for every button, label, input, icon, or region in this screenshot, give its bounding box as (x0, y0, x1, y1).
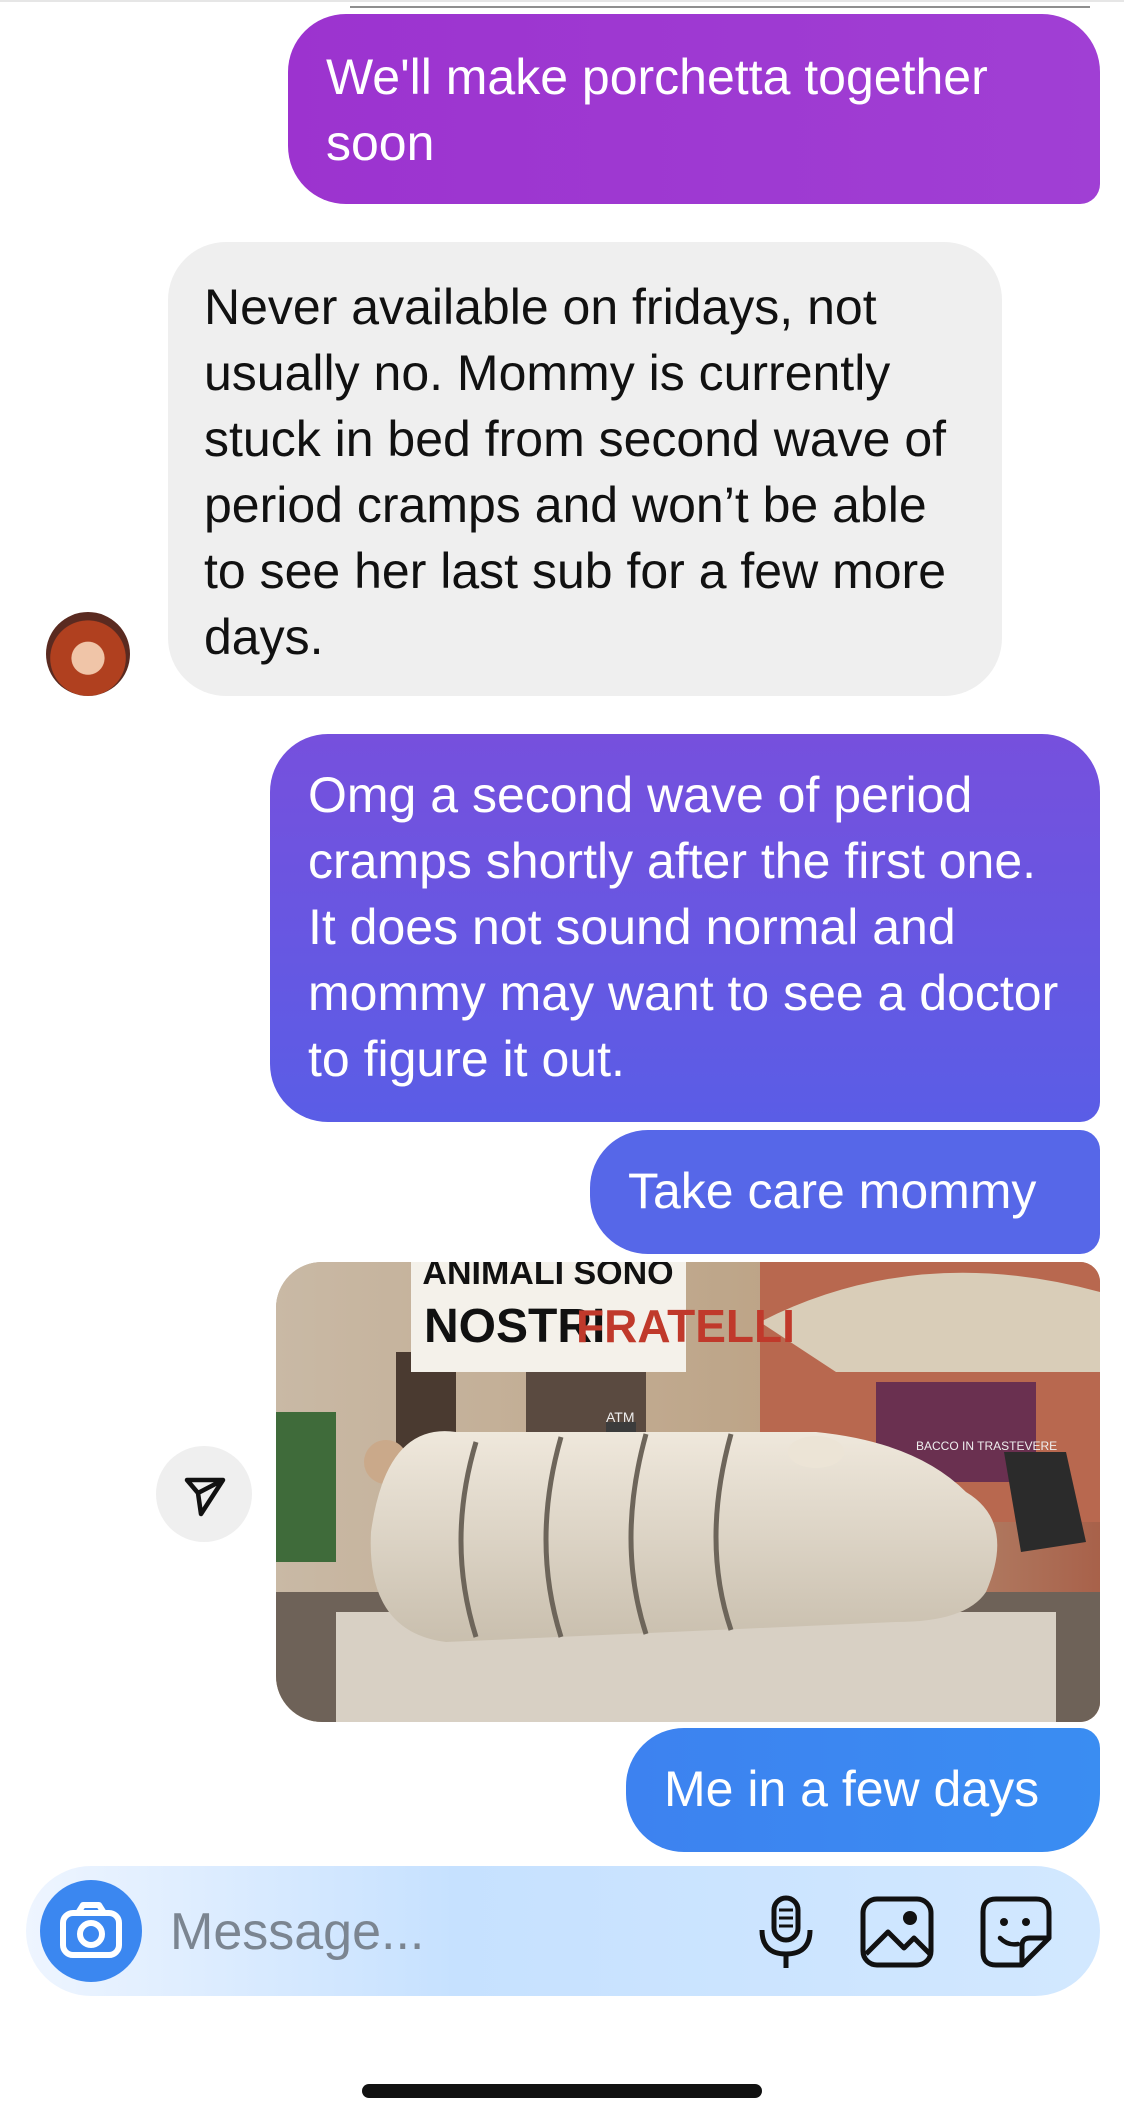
shop-sign: BACCO IN TRASTEVERE (916, 1439, 1057, 1453)
message-bubble-incoming[interactable]: Never available on fridays, not usually … (168, 242, 1002, 696)
atm-sign: ATM (606, 1409, 635, 1425)
message-text: Omg a second wave of period cramps short… (308, 767, 1059, 1087)
camera-icon (60, 1902, 122, 1958)
message-bubble-outgoing[interactable]: Me in a few days (626, 1728, 1100, 1852)
photo-image: ANIMALI SONO NOSTRI FRATELLI ATM BACCO I… (276, 1262, 1100, 1722)
contact-avatar[interactable] (46, 612, 130, 696)
message-text: Take care mommy (628, 1163, 1037, 1219)
message-input[interactable]: Message... (170, 1902, 424, 1962)
message-text: We'll make porchetta together soon (326, 49, 988, 171)
microphone-icon[interactable] (750, 1892, 822, 1974)
message-bubble-outgoing[interactable]: Omg a second wave of period cramps short… (270, 734, 1100, 1122)
send-paper-plane-icon (184, 1477, 226, 1517)
message-text: Me in a few days (664, 1761, 1040, 1817)
previous-message-edge (350, 6, 1090, 8)
message-bubble-outgoing[interactable]: We'll make porchetta together soon (288, 14, 1100, 204)
share-button[interactable] (156, 1446, 252, 1542)
camera-button[interactable] (40, 1880, 142, 1982)
message-bubble-outgoing[interactable]: Take care mommy (590, 1130, 1100, 1254)
banner-text: ANIMALI SONO (422, 1262, 673, 1292)
message-composer: Message... (26, 1866, 1100, 1996)
top-divider (0, 0, 1124, 2)
banner-text: FRATELLI (576, 1300, 795, 1352)
gallery-icon[interactable] (858, 1894, 936, 1970)
home-indicator[interactable] (362, 2084, 762, 2098)
message-text: Never available on fridays, not usually … (204, 279, 947, 665)
sticker-icon[interactable] (978, 1894, 1054, 1970)
shared-photo-message[interactable]: ANIMALI SONO NOSTRI FRATELLI ATM BACCO I… (276, 1262, 1100, 1722)
